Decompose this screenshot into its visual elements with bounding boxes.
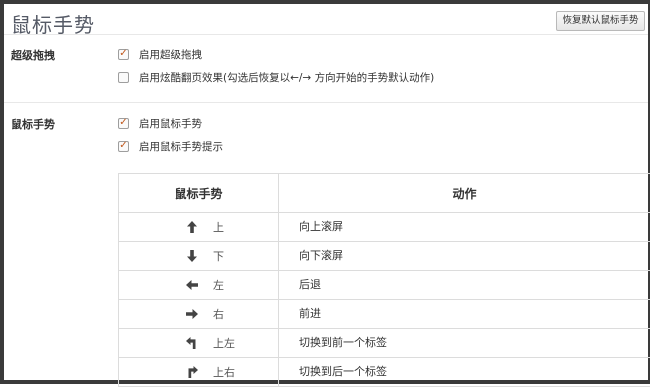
enable-gesture-hint-label: 启用鼠标手势提示 [139,139,223,154]
arrow-down-icon [185,249,199,263]
enable-gesture-hint-checkbox[interactable]: ✓ [118,141,129,152]
section-divider [4,102,648,103]
gesture-action: 前进 [279,300,650,321]
table-row[interactable]: 右 前进 [119,300,650,329]
enable-gesture-hint-option[interactable]: ✓ 启用鼠标手势提示 [118,139,223,153]
enable-mouse-gesture-checkbox[interactable]: ✓ [118,118,129,129]
gesture-direction: 右 [213,306,224,322]
table-header-row: 鼠标手势 动作 [119,174,650,213]
enable-super-drag-option[interactable]: ✓ 启用超级拖拽 [118,47,202,61]
enable-mouse-gesture-option[interactable]: ✓ 启用鼠标手势 [118,116,202,130]
gesture-action: 向下滚屏 [279,242,650,263]
table-row[interactable]: 下 向下滚屏 [119,242,650,271]
enable-page-flip-label: 启用炫酷翻页效果(勾选后恢复以←/→ 方向开始的手势默认动作) [139,70,434,85]
table-row[interactable]: 上左 切换到前一个标签 [119,329,650,358]
arrow-up-left-icon [185,336,199,350]
enable-super-drag-checkbox[interactable]: ✓ [118,49,129,60]
gesture-direction: 左 [213,277,224,293]
enable-page-flip-option[interactable]: 启用炫酷翻页效果(勾选后恢复以←/→ 方向开始的手势默认动作) [118,70,434,84]
gesture-direction: 上右 [213,364,235,380]
table-row[interactable]: 左 后退 [119,271,650,300]
super-drag-section-label: 超级拖拽 [11,47,55,63]
gesture-table: 鼠标手势 动作 上 向上滚屏 下 向下滚屏 [118,173,650,387]
title-divider [4,34,648,35]
gesture-column-header: 鼠标手势 [119,174,279,213]
enable-mouse-gesture-label: 启用鼠标手势 [139,116,202,131]
gesture-direction: 上 [213,219,224,235]
gesture-action: 向上滚屏 [279,213,650,234]
gesture-direction: 上左 [213,335,235,351]
table-row[interactable]: 上 向上滚屏 [119,213,650,242]
arrow-left-icon [185,278,199,292]
arrow-up-icon [185,220,199,234]
reset-default-gestures-button[interactable]: 恢复默认鼠标手势 [556,11,645,31]
table-row[interactable]: 上右 切换到后一个标签 [119,358,650,387]
enable-super-drag-label: 启用超级拖拽 [139,47,202,62]
arrow-up-right-icon [185,365,199,379]
enable-page-flip-checkbox[interactable] [118,72,129,83]
action-column-header: 动作 [279,174,650,213]
gesture-action: 切换到后一个标签 [279,358,650,379]
arrow-right-icon [185,307,199,321]
gesture-direction: 下 [213,248,224,264]
gesture-action: 切换到前一个标签 [279,329,650,350]
gesture-action: 后退 [279,271,650,292]
mouse-gesture-section-label: 鼠标手势 [11,116,55,132]
